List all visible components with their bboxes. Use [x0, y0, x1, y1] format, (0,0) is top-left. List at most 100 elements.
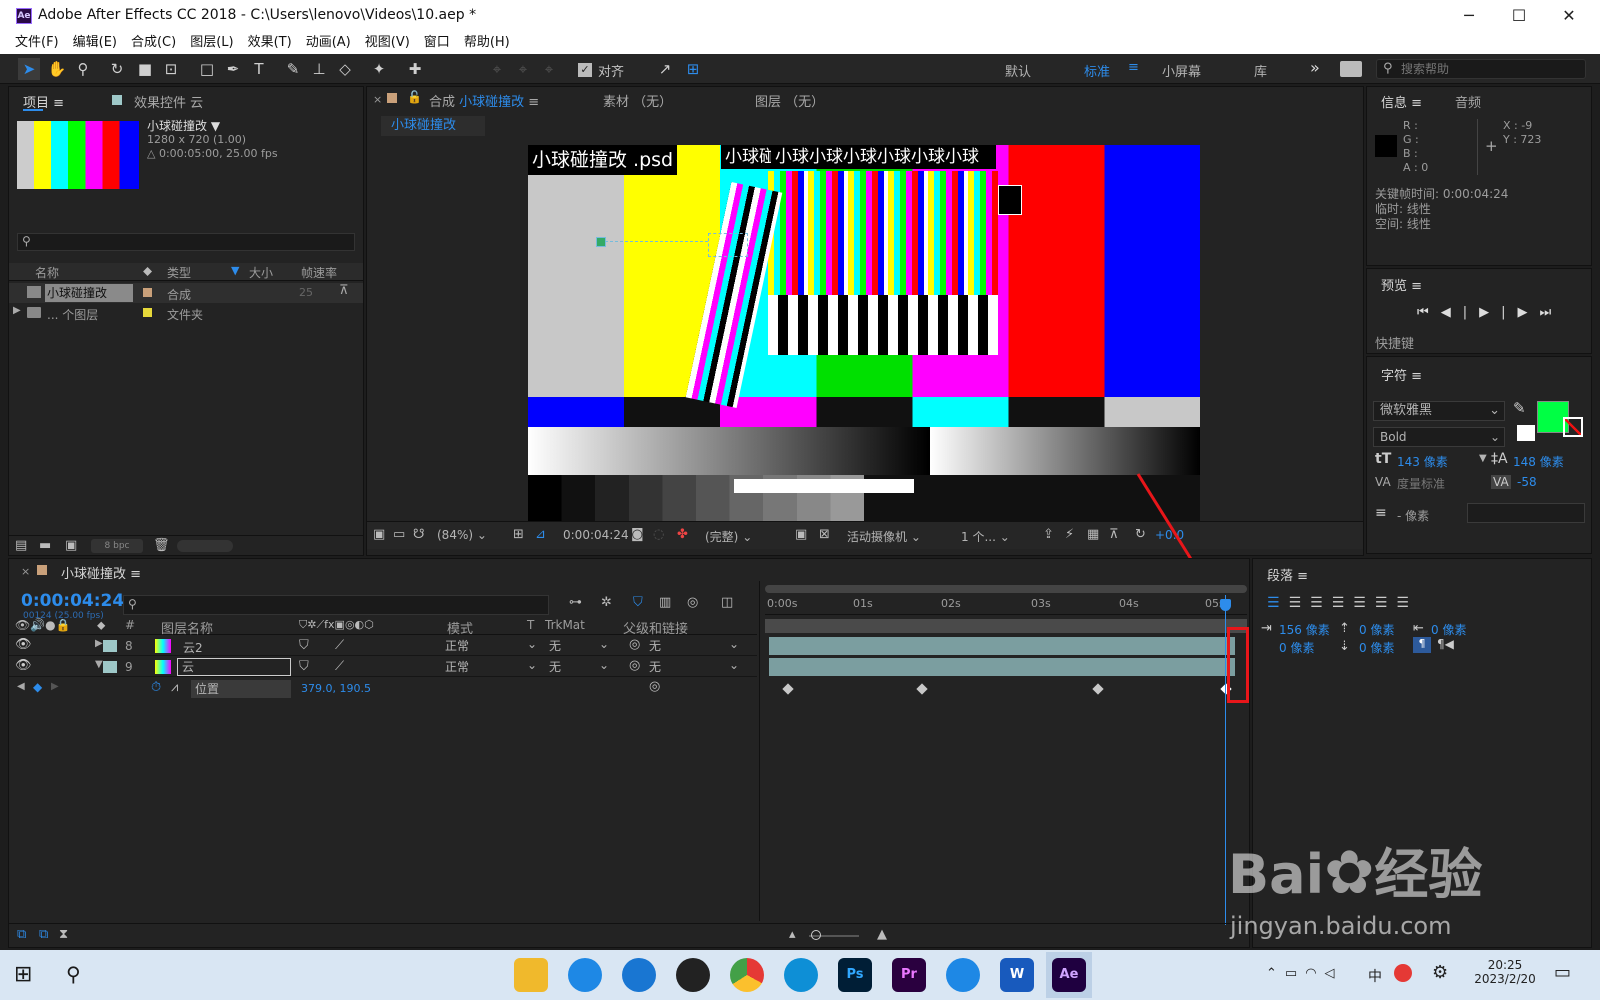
project-search-box[interactable]: ⚲ [17, 233, 355, 251]
always-preview-icon[interactable]: ▣ [373, 527, 385, 542]
composition-viewer[interactable]: 小球碰撞改 .psd 小球碰撞改 小球小球小球小球小球小球 [528, 145, 1200, 521]
region-of-interest-icon[interactable]: ▣ [795, 527, 807, 542]
row-name[interactable]: ... 个图层 [47, 306, 98, 323]
keyframe-diamond[interactable] [782, 683, 794, 695]
toggle-transparency-icon[interactable]: ⊠ [819, 527, 830, 542]
rectangle-tool-icon[interactable]: □ [196, 58, 218, 80]
play-button[interactable]: ▶ [1479, 305, 1501, 320]
clock[interactable]: 20:25 2023/2/20 [1470, 958, 1540, 986]
ltr-direction-button[interactable]: ¶ [1413, 637, 1431, 653]
zoom-tool-icon[interactable]: ⚲ [72, 58, 94, 80]
after-effects-icon[interactable]: Ae [1052, 958, 1086, 992]
pick-whip-icon[interactable]: ◎ [629, 637, 640, 652]
layer-duration-bar[interactable] [769, 637, 1235, 655]
start-icon[interactable]: ⊞ [14, 962, 32, 987]
swap-colors-icon[interactable] [1517, 425, 1535, 441]
anchor-point-handle[interactable] [596, 237, 606, 247]
add-keyframe-icon[interactable]: ◆ [33, 680, 42, 694]
timeline-icon[interactable]: ▦ [1087, 527, 1099, 542]
prev-frame-button[interactable]: ◀| [1441, 305, 1479, 320]
show-snapshot-icon[interactable]: ◌ [653, 527, 664, 542]
column-type[interactable]: 类型 [167, 264, 191, 281]
menu-edit[interactable]: 编辑(E) [66, 32, 124, 54]
last-frame-button[interactable]: ⏭ [1539, 305, 1563, 320]
stopwatch-icon[interactable]: ⏱ [151, 680, 161, 695]
selection-tool-icon[interactable]: ➤ [18, 58, 40, 80]
mask-visibility-icon[interactable]: ☋ [413, 527, 425, 542]
snap-grid-icon[interactable]: ⊞ [682, 58, 704, 80]
close-button[interactable]: ✕ [1546, 4, 1592, 28]
tab-effect-controls[interactable]: 效果控件 云 [134, 92, 203, 111]
current-time-indicator[interactable] [1225, 595, 1226, 925]
tab-info[interactable]: 信息 ≡ [1381, 92, 1422, 111]
time-ruler[interactable]: 0:00s 01s 02s 03s 04s 05s [765, 595, 1247, 615]
collapse-arrow-icon[interactable]: ▼ [95, 659, 103, 670]
layer-duration-bar[interactable] [769, 658, 1235, 676]
expand-arrow-icon[interactable]: ▶ [95, 638, 103, 649]
work-area-bar[interactable] [765, 585, 1247, 593]
frame-blending-icon[interactable]: ▥ [659, 595, 671, 610]
layer-name[interactable]: 云 [177, 658, 291, 676]
property-name[interactable]: 位置 [191, 680, 291, 698]
workspace-overflow-icon[interactable]: » [1310, 58, 1320, 77]
layer-name[interactable]: 云2 [183, 639, 203, 656]
quality-switch-icon[interactable]: ⟋ [335, 638, 344, 653]
zoom-slider-thumb[interactable] [811, 930, 821, 940]
tracking-value[interactable]: -58 [1517, 475, 1537, 489]
workspace-standard[interactable]: 标准 [1084, 61, 1110, 80]
first-frame-button[interactable]: ⏮ [1417, 305, 1441, 320]
clone-stamp-tool-icon[interactable]: ⊥ [308, 58, 330, 80]
tray-wifi-icon[interactable]: ◠ [1305, 966, 1324, 981]
tray-chevron-icon[interactable]: ⌃ [1266, 966, 1285, 981]
snap-icon[interactable]: ↗ [654, 58, 676, 80]
zoom-dropdown[interactable]: (84%) ⌄ [437, 528, 487, 542]
sogou-ime-icon[interactable] [1394, 964, 1412, 982]
shy-switch-icon[interactable]: ⛉ [299, 638, 309, 653]
mode-dropdown[interactable]: 正常 ⌄ [445, 637, 537, 654]
qq-browser-icon[interactable] [568, 958, 602, 992]
tray-volume-icon[interactable]: ◁ [1325, 966, 1343, 981]
tray-battery-icon[interactable]: ▭ [1285, 966, 1305, 981]
visibility-icon[interactable]: 👁 [15, 637, 32, 652]
tab-audio[interactable]: 音频 [1455, 92, 1481, 111]
draft-3d-icon[interactable]: ✲ [601, 595, 612, 610]
property-value[interactable]: 379.0, 190.5 [301, 682, 371, 695]
chrome-icon[interactable] [730, 958, 764, 992]
panel-toggle-icon[interactable] [1340, 61, 1362, 77]
menu-animation[interactable]: 动画(A) [299, 32, 358, 54]
indent-first-value[interactable]: 0 像素 [1279, 639, 1314, 656]
views-dropdown[interactable]: 1 个... ⌄ [961, 528, 1010, 545]
shy-layers-icon[interactable]: ⛉ [633, 595, 643, 610]
row-name[interactable]: 小球碰撞改 [45, 284, 133, 302]
next-keyframe-icon[interactable]: ▶ [51, 681, 59, 692]
menu-file[interactable]: 文件(F) [8, 32, 66, 54]
zoom-out-icon[interactable]: ▴ [789, 927, 796, 942]
word-icon[interactable]: W [1000, 958, 1034, 992]
modes-toggle-icon[interactable]: ⧉ [39, 927, 48, 942]
minimize-button[interactable]: ─ [1446, 4, 1492, 28]
column-name[interactable]: 名称 [35, 264, 59, 281]
menu-composition[interactable]: 合成(C) [124, 32, 183, 54]
comp-breadcrumb[interactable]: 小球碰撞改 [381, 116, 485, 136]
font-size-dropdown-icon[interactable]: ▼ [1479, 453, 1487, 464]
font-family-dropdown[interactable]: 微软雅黑 ⌄ [1373, 401, 1505, 421]
flowchart-view-icon[interactable]: ⊼ [1109, 527, 1119, 542]
exposure-icon[interactable]: ↻ [1135, 527, 1146, 542]
justify-all-icon[interactable]: ☰ [1396, 595, 1418, 611]
trkmat-dropdown[interactable]: 无 ⌄ [549, 658, 609, 675]
eraser-tool-icon[interactable]: ◇ [334, 58, 356, 80]
interpret-footage-icon[interactable]: ▤ [15, 538, 27, 553]
shy-switch-icon[interactable]: ⛉ [299, 659, 309, 674]
workspace-default[interactable]: 默认 [1005, 61, 1031, 80]
rtl-direction-button[interactable]: ¶◀ [1437, 637, 1454, 651]
justify-center-icon[interactable]: ☰ [1353, 595, 1375, 611]
world-axis-icon[interactable]: ⌖ [512, 58, 534, 80]
expand-arrow-icon[interactable]: ▶ [13, 305, 21, 316]
camera-dropdown[interactable]: 活动摄像机 ⌄ [847, 528, 921, 545]
comp-mini-flowchart-icon[interactable]: ⊶ [569, 595, 582, 610]
qq-icon[interactable] [676, 958, 710, 992]
align-right-icon[interactable]: ☰ [1310, 595, 1332, 611]
stroke-width-value[interactable]: - 像素 [1397, 507, 1429, 524]
close-tab-icon[interactable]: × [373, 93, 382, 106]
expression-pickwhip-icon[interactable]: ◎ [649, 679, 660, 694]
